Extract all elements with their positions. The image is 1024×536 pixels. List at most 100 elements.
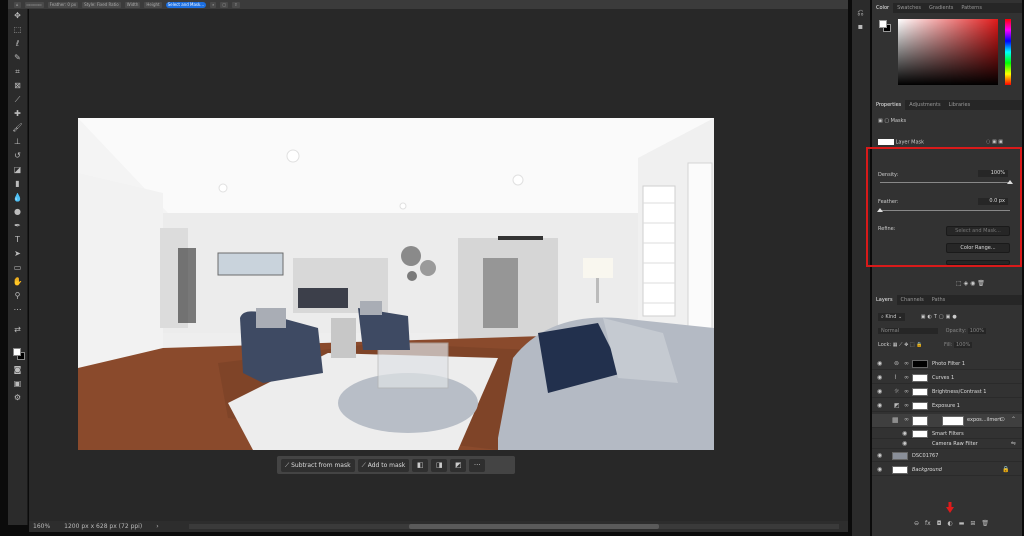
eye-icon[interactable]: ◉ [877,386,882,398]
marquee-tool-icon[interactable]: ⬚ [12,25,23,35]
eye-icon[interactable]: ◉ [877,400,882,412]
filter-row[interactable]: ◉ Camera Raw Filter ⇋ [872,439,1022,449]
blend-mode-select[interactable]: Normal [878,328,938,334]
layer-row[interactable]: ◉ ⊚ ∞ Photo Filter 1 [872,358,1022,370]
fx-icon[interactable]: fx [925,520,931,527]
tab-gradients[interactable]: Gradients [925,3,957,13]
foreground-color-chip[interactable] [879,20,887,28]
tab-paths[interactable]: Paths [928,295,950,305]
option-height[interactable]: Height [144,1,162,8]
mask-action-icons[interactable]: ◌ ▣ ▣ [986,139,1003,145]
zoom-level[interactable]: 160% [33,523,50,530]
crop-tool-icon[interactable]: ⌗ [12,67,23,77]
lasso-tool-icon[interactable]: ℓ [12,39,23,49]
select-and-mask-option-button[interactable]: Select and Mask... [165,1,207,8]
tab-libraries[interactable]: Libraries [945,100,975,110]
layer-row[interactable]: ◉ DSC01767 [872,450,1022,462]
eye-icon[interactable]: ◉ [877,450,882,462]
comments-icon[interactable]: ▪ [855,22,866,32]
hue-slider[interactable] [1005,19,1011,85]
group-icon[interactable]: ▬ [959,520,965,527]
healing-brush-tool-icon[interactable]: ✚ [12,109,23,119]
layer-row[interactable]: ◉ ☼ ∞ Brightness/Contrast 1 [872,386,1022,398]
properties-footer-icons[interactable]: ⬚ ◈ ◉ 🗑 [956,280,985,287]
swap-colors-icon[interactable]: ⇄ [12,325,23,335]
quick-selection-tool-icon[interactable]: ✎ [12,53,23,63]
filter-options-icon[interactable]: ⇋ [1011,439,1016,449]
history-icon[interactable]: ⎌ [855,8,866,18]
color-field[interactable] [898,19,998,85]
room-photo[interactable] [78,118,714,450]
tab-adjustments[interactable]: Adjustments [905,100,944,110]
screen-mode-icon[interactable]: ▣ [12,379,23,389]
fill-value[interactable]: 100% [953,342,973,348]
pen-tool-icon[interactable]: ✒ [12,221,23,231]
tab-layers[interactable]: Layers [872,295,897,305]
eye-icon[interactable]: ◉ [877,464,882,476]
tab-channels[interactable]: Channels [897,295,928,305]
type-tool-icon[interactable]: T [12,235,23,245]
dodge-tool-icon[interactable]: ● [12,207,23,217]
adjustment-layer-icon[interactable]: ◐ [947,520,952,527]
workspace-icon[interactable]: ▢ [220,1,229,8]
tab-color[interactable]: Color [872,3,894,13]
layer-row-selected[interactable]: ▦ ∞ expos...ilmert ⊙ ⌃ [872,414,1022,428]
invert-mask-icon[interactable]: ◧ [412,458,429,472]
layer-row[interactable]: ◉ ⌇ ∞ Curves 1 [872,372,1022,384]
more-options-icon[interactable]: ··· [469,458,486,472]
blur-tool-icon[interactable]: 💧 [12,193,23,203]
selection-mode-buttons[interactable]: ▭▭▭▭ [24,1,44,8]
subtract-from-mask-button[interactable]: ⟋ Subtract from mask [281,458,355,472]
edit-toolbar-icon[interactable]: ⚙ [12,393,23,403]
history-brush-tool-icon[interactable]: ↺ [12,151,23,161]
search-icon[interactable]: ⌕ [210,1,217,8]
status-arrow-icon[interactable]: › [156,523,158,530]
document-info[interactable]: 1200 px x 628 px (72 ppi) [64,523,142,530]
tab-patterns[interactable]: Patterns [957,3,986,13]
eyedropper-tool-icon[interactable]: ⟋ [12,95,23,105]
hand-tool-icon[interactable]: ✋ [12,277,23,287]
move-tool-icon[interactable]: ✥ [12,11,23,21]
link-layers-icon[interactable]: ⊖ [914,520,919,527]
more-tools-icon[interactable]: ⋯ [12,305,23,315]
mask-options-icon[interactable]: ◨ [431,458,448,472]
layer-filter-select[interactable]: ⌕ Kind ⌄ [878,313,906,321]
vector-mask-icon[interactable]: ▢ [884,118,889,124]
layer-row[interactable]: ◉ Background 🔒 [872,464,1022,476]
new-layer-icon[interactable]: ⊞ [970,520,975,527]
opacity-value[interactable]: 100% [967,328,987,334]
trash-icon[interactable]: 🗑 [981,520,989,527]
pixel-mask-icon[interactable]: ▣ [878,118,883,124]
stamp-tool-icon[interactable]: ⊥ [12,137,23,147]
home-icon[interactable]: ⌂ [14,1,21,8]
layer-row[interactable]: ◉ ◩ ∞ Exposure 1 [872,400,1022,412]
foreground-color-swatch[interactable] [13,348,21,356]
lock-icons[interactable]: ▦ ⟋ ✥ ⬚ 🔒 [893,342,923,348]
tab-properties[interactable]: Properties [872,100,906,110]
option-style[interactable]: Style: Fixed Ratio [82,1,121,8]
eye-icon[interactable]: ◉ [902,439,907,449]
shape-tool-icon[interactable]: ▭ [12,263,23,273]
chevron-up-icon[interactable]: ⌃ [1011,414,1016,426]
add-mask-icon[interactable]: ◘ [937,520,942,527]
smart-filters-row[interactable]: ◉ Smart Filters [872,429,1022,439]
option-width[interactable]: Width [124,1,141,8]
path-selection-tool-icon[interactable]: ➤ [12,249,23,259]
refine-mask-icon[interactable]: ◩ [450,458,467,472]
eye-icon[interactable]: ◉ [877,372,882,384]
eye-icon[interactable]: ◉ [902,429,907,439]
option-feather[interactable]: Feather: 0 px [47,1,79,8]
eraser-tool-icon[interactable]: ◪ [12,165,23,175]
horizontal-scrollbar[interactable] [189,524,839,529]
gradient-tool-icon[interactable]: ▮ [12,179,23,189]
frame-tool-icon[interactable]: ⊠ [12,81,23,91]
layer-filter-icons[interactable]: ▣◐T▢▣● [921,314,959,320]
brush-tool-icon[interactable]: 🖌 [12,123,23,133]
quick-mask-icon[interactable]: ◙ [12,365,23,375]
scrollbar-thumb[interactable] [409,524,659,529]
zoom-tool-icon[interactable]: ⚲ [12,291,23,301]
tab-swatches[interactable]: Swatches [893,3,925,13]
share-icon[interactable]: ⇪ [232,1,240,8]
eye-icon[interactable]: ◉ [877,358,882,370]
document-canvas[interactable]: ⟋ Subtract from mask ⟋ Add to mask ◧ ◨ ◩… [29,9,848,521]
